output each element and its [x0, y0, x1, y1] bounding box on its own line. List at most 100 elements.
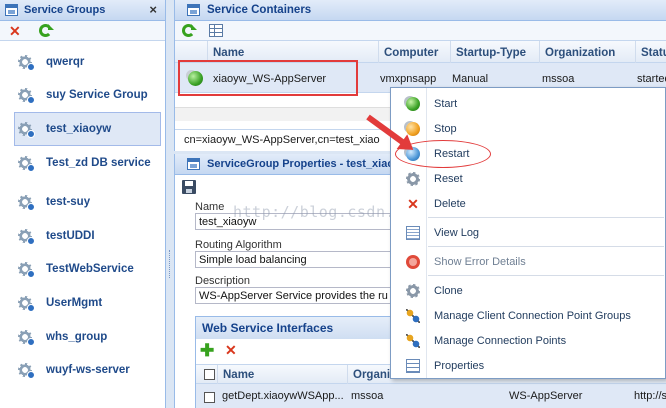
wsi-column-name[interactable]: Name [217, 365, 347, 385]
group-item-label: whs_group [46, 330, 108, 343]
refresh-icon[interactable] [182, 24, 197, 37]
service-group-list: qwerqr suy Service Group test_xiaoyw Tes… [0, 45, 165, 387]
wsi-name: getDept.xiaoywWSApp... [222, 390, 344, 402]
context-menu: Start Stop Restart Reset ✕ Delete View L… [390, 87, 666, 379]
properties-title: ServiceGroup Properties - test_xiao [207, 158, 395, 170]
menu-item-label: Clone [434, 285, 463, 297]
group-item-test-xiaoyw[interactable]: test_xiaoyw [14, 112, 161, 146]
delete-group-icon[interactable]: ✕ [9, 21, 21, 41]
panel-splitter[interactable] [166, 0, 174, 408]
highlight-box [178, 60, 358, 96]
menu-item-stop[interactable]: Stop [391, 118, 665, 140]
delete-icon: ✕ [407, 196, 419, 212]
service-groups-title: Service Groups [24, 4, 106, 16]
grid-view-icon[interactable] [209, 24, 223, 37]
containers-toolbar [175, 21, 666, 41]
menu-separator [428, 217, 664, 218]
column-startup-type[interactable]: Startup-Type [450, 41, 539, 63]
stop-icon [406, 122, 420, 136]
name-field[interactable]: test_xiaoyw [195, 213, 395, 230]
group-item-whs-group[interactable]: whs_group [0, 320, 165, 354]
menu-item-reset[interactable]: Reset [391, 168, 665, 190]
group-item-usermgmt[interactable]: UserMgmt [0, 286, 165, 320]
service-group-icon [18, 295, 35, 312]
group-item-qwerqr[interactable]: qwerqr [0, 45, 165, 79]
group-item-label: Test_zd DB service [46, 156, 151, 169]
menu-item-delete[interactable]: ✕ Delete [391, 193, 665, 215]
close-icon[interactable]: × [149, 0, 157, 20]
manage-points-icon [406, 334, 420, 348]
delete-icon[interactable]: ✕ [225, 343, 237, 357]
save-icon[interactable] [182, 180, 196, 194]
window-icon [5, 4, 18, 16]
column-computer[interactable]: Computer [378, 41, 450, 63]
routing-algorithm-label: Routing Algorithm [195, 239, 282, 251]
menu-item-label: Stop [434, 123, 457, 135]
column-organization[interactable]: Organization [539, 41, 635, 63]
properties-icon [406, 359, 420, 373]
reset-icon [406, 172, 420, 186]
service-group-icon [18, 155, 35, 172]
group-item-testwebservice[interactable]: TestWebService [0, 253, 165, 287]
service-group-icon [18, 329, 35, 346]
service-containers-title: Service Containers [207, 4, 312, 16]
add-icon[interactable]: ✚ [200, 342, 214, 359]
menu-item-label: Show Error Details [434, 256, 526, 268]
group-item-label: testUDDI [46, 229, 95, 242]
service-groups-panel: Service Groups × ✕ qwerqr suy Service Gr… [0, 0, 166, 408]
routing-algorithm-field[interactable]: Simple load balancing [195, 251, 395, 268]
service-groups-header: Service Groups × [0, 0, 165, 21]
wsi-url: http://s [634, 390, 666, 402]
service-groups-toolbar: ✕ [0, 21, 165, 41]
group-item-test-zd-db-service[interactable]: Test_zd DB service [0, 146, 165, 180]
menu-item-label: Manage Connection Points [434, 335, 567, 347]
window-icon [187, 158, 200, 170]
window-icon [187, 4, 200, 16]
menu-item-label: Properties [434, 360, 485, 372]
description-label: Description [195, 275, 251, 287]
menu-item-start[interactable]: Start [391, 93, 665, 115]
menu-item-view-log[interactable]: View Log [391, 222, 665, 244]
column-status[interactable]: Statu [635, 41, 666, 63]
menu-item-label: Delete [434, 198, 466, 210]
menu-item-manage-client-connection-point-groups[interactable]: Manage Client Connection Point Groups [391, 305, 665, 327]
menu-item-clone[interactable]: Clone [391, 280, 665, 302]
menu-separator [428, 275, 664, 276]
group-item-testuddi[interactable]: testUDDI [0, 219, 165, 253]
description-field[interactable]: WS-AppServer Service provides the ru [195, 287, 395, 304]
wsi-organization: mssoa [351, 390, 384, 402]
wsi-row[interactable]: getDept.xiaoywWSApp... mssoa WS-AppServe… [196, 384, 666, 408]
menu-item-label: View Log [434, 227, 480, 239]
menu-item-label: Manage Client Connection Point Groups [434, 310, 631, 322]
menu-separator [428, 246, 664, 247]
group-item-test-suy[interactable]: test-suy [0, 185, 165, 219]
wsi-container: WS-AppServer [509, 390, 583, 402]
group-item-label: suy Service Group [46, 89, 148, 102]
menu-item-show-error-details[interactable]: Show Error Details [391, 251, 665, 273]
refresh-icon[interactable] [39, 24, 54, 37]
name-label: Name [195, 201, 225, 213]
menu-item-manage-connection-points[interactable]: Manage Connection Points [391, 330, 665, 352]
service-containers-header: Service Containers [175, 0, 666, 21]
service-group-icon [18, 88, 35, 105]
row-checkbox[interactable] [204, 392, 215, 403]
group-item-label: test-suy [46, 196, 91, 209]
select-all-checkbox[interactable] [204, 369, 215, 380]
log-icon [406, 226, 420, 240]
service-group-icon [18, 54, 35, 71]
menu-item-properties[interactable]: Properties [391, 355, 665, 377]
group-item-label: TestWebService [46, 263, 134, 276]
group-item-label: UserMgmt [46, 296, 103, 309]
group-item-label: test_xiaoyw [46, 122, 112, 135]
service-group-icon [18, 121, 35, 138]
service-group-icon [18, 363, 35, 380]
menu-item-label: Start [434, 98, 458, 110]
group-item-label: wuyf-ws-server [46, 364, 130, 377]
wsi-column-organization[interactable]: Organiz [347, 365, 391, 385]
group-item-label: qwerqr [46, 55, 85, 68]
start-icon [406, 97, 420, 111]
group-item-suy-service-group[interactable]: suy Service Group [0, 79, 165, 113]
manage-groups-icon [406, 309, 420, 323]
error-icon [406, 255, 420, 269]
group-item-wuyf-ws-server[interactable]: wuyf-ws-server [0, 353, 165, 387]
